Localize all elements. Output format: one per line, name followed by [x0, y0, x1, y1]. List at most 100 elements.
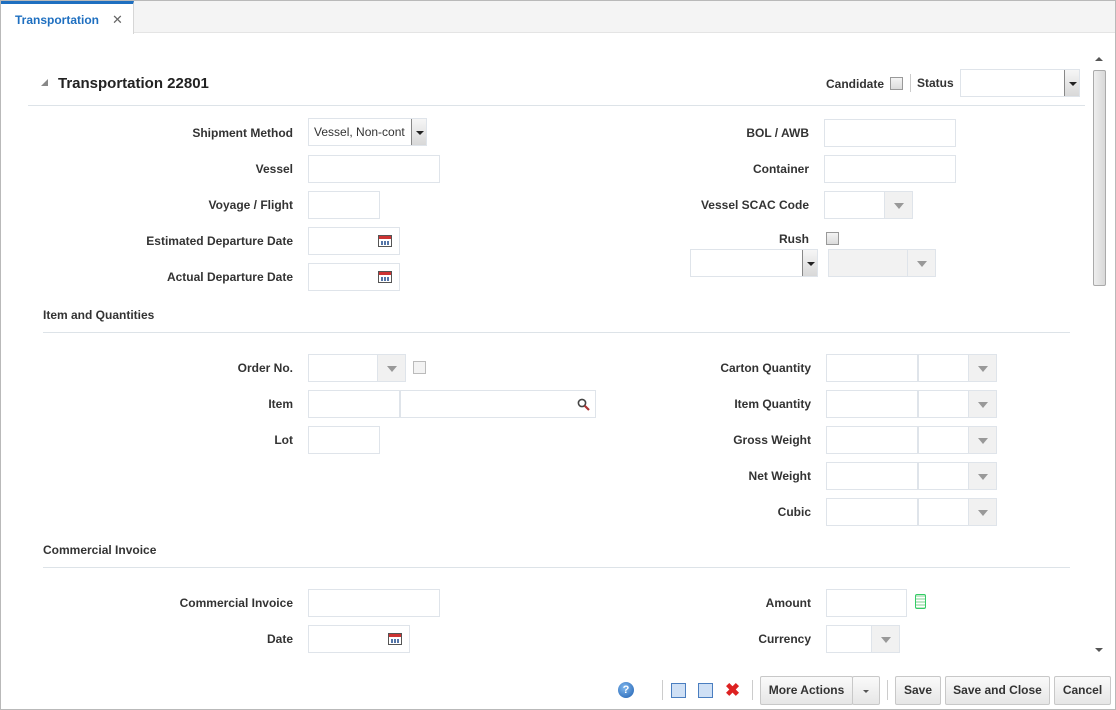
more-actions-dropdown[interactable] — [852, 676, 880, 705]
item-qty-uom-combo[interactable] — [918, 390, 997, 418]
item-qty-input[interactable] — [826, 390, 918, 418]
commercial-invoice-label: Commercial Invoice — [179, 596, 293, 610]
expand-all-icon[interactable] — [671, 683, 686, 698]
order-label: Order No. — [237, 361, 293, 375]
divider — [910, 74, 911, 92]
amount-label: Amount — [765, 596, 811, 610]
cubic-label: Cubic — [777, 505, 811, 519]
candidate-label: Candidate — [826, 77, 885, 91]
net-weight-input[interactable] — [826, 462, 918, 490]
currency-label: Currency — [758, 632, 811, 646]
chevron-down-icon[interactable] — [968, 499, 996, 525]
container-input[interactable] — [824, 155, 956, 183]
voyage-input[interactable] — [308, 191, 380, 219]
page-title: Transportation 22801 — [58, 75, 209, 92]
scroll-up-icon[interactable] — [1095, 57, 1103, 61]
save-and-close-button[interactable]: Save and Close — [945, 676, 1050, 705]
bol-label: BOL / AWB — [746, 126, 809, 140]
rush-secondary-combo — [828, 249, 936, 277]
item-label: Item — [268, 397, 293, 411]
commercial-invoice-input[interactable] — [308, 589, 440, 617]
cancel-button[interactable]: Cancel — [1054, 676, 1111, 705]
gross-weight-label: Gross Weight — [733, 433, 811, 447]
status-label: Status — [917, 76, 954, 90]
calendar-icon[interactable] — [378, 235, 392, 247]
calculator-icon[interactable] — [915, 594, 926, 609]
net-weight-uom-combo[interactable] — [918, 462, 997, 490]
chevron-down-icon[interactable] — [884, 192, 912, 218]
act-departure-input[interactable] — [308, 263, 400, 291]
chevron-down-icon[interactable] — [377, 355, 405, 381]
collapse-all-icon[interactable] — [698, 683, 713, 698]
divider — [28, 105, 1085, 106]
container-label: Container — [752, 162, 809, 176]
amount-input[interactable] — [826, 589, 907, 617]
order-checkbox[interactable] — [413, 361, 426, 374]
section-title-items: Item and Quantities — [43, 308, 155, 322]
delete-icon[interactable]: ✖ — [725, 680, 740, 701]
status-select[interactable] — [960, 69, 1080, 97]
scroll-thumb[interactable] — [1093, 70, 1106, 286]
tab-transportation[interactable]: Transportation ✕ — [1, 1, 134, 34]
divider — [752, 680, 753, 700]
vessel-label: Vessel — [255, 162, 293, 176]
divider — [887, 680, 888, 700]
lot-input[interactable] — [308, 426, 380, 454]
chevron-down-icon[interactable] — [968, 355, 996, 381]
item-qty-label: Item Quantity — [734, 397, 811, 411]
date-input[interactable] — [308, 625, 410, 653]
gross-weight-uom-combo[interactable] — [918, 426, 997, 454]
cubic-uom-combo[interactable] — [918, 498, 997, 526]
save-button[interactable]: Save — [895, 676, 941, 705]
collapse-triangle-icon[interactable] — [41, 79, 48, 86]
chevron-down-icon[interactable] — [968, 427, 996, 453]
calendar-icon[interactable] — [388, 633, 402, 645]
tab-bar: Transportation ✕ — [1, 1, 1115, 34]
help-icon[interactable]: ? — [618, 682, 634, 698]
gross-weight-input[interactable] — [826, 426, 918, 454]
chevron-down-icon[interactable] — [968, 463, 996, 489]
bol-input[interactable] — [824, 119, 956, 147]
close-icon[interactable]: ✕ — [112, 12, 123, 28]
rush-label: Rush — [779, 232, 809, 246]
candidate-checkbox[interactable] — [890, 77, 903, 90]
currency-combo[interactable] — [826, 625, 900, 653]
item-input[interactable] — [308, 390, 400, 418]
est-departure-label: Estimated Departure Date — [146, 234, 293, 248]
chevron-down-icon[interactable] — [802, 250, 817, 276]
chevron-down-icon[interactable] — [968, 391, 996, 417]
carton-input[interactable] — [826, 354, 918, 382]
carton-label: Carton Quantity — [720, 361, 811, 375]
chevron-down-icon — [863, 690, 869, 693]
shipment-method-label: Shipment Method — [192, 126, 293, 140]
tab-label: Transportation — [15, 13, 100, 27]
divider — [662, 680, 663, 700]
net-weight-label: Net Weight — [748, 469, 811, 483]
calendar-icon[interactable] — [378, 271, 392, 283]
chevron-down-icon[interactable] — [871, 626, 899, 652]
scac-combo[interactable] — [824, 191, 913, 219]
order-combo[interactable] — [308, 354, 406, 382]
est-departure-input[interactable] — [308, 227, 400, 255]
scroll-down-icon[interactable] — [1095, 648, 1103, 652]
vessel-input[interactable] — [308, 155, 440, 183]
vertical-scrollbar[interactable] — [1091, 53, 1107, 658]
chevron-down-icon — [907, 250, 935, 276]
rush-checkbox[interactable] — [826, 232, 839, 245]
lot-label: Lot — [274, 433, 293, 447]
rush-select[interactable] — [690, 249, 818, 277]
more-actions-button[interactable]: More Actions — [760, 676, 853, 705]
shipment-method-select[interactable]: Vessel, Non-cont — [308, 118, 427, 146]
act-departure-label: Actual Departure Date — [166, 270, 293, 284]
carton-uom-combo[interactable] — [918, 354, 997, 382]
chevron-down-icon[interactable] — [1064, 70, 1079, 96]
voyage-label: Voyage / Flight — [208, 198, 293, 212]
divider — [43, 332, 1070, 333]
chevron-down-icon[interactable] — [411, 119, 426, 145]
scac-label: Vessel SCAC Code — [700, 198, 809, 212]
search-icon[interactable] — [577, 398, 590, 411]
item-description-input[interactable] — [400, 390, 596, 418]
divider — [43, 567, 1070, 568]
section-title-invoice: Commercial Invoice — [43, 543, 157, 557]
cubic-input[interactable] — [826, 498, 918, 526]
